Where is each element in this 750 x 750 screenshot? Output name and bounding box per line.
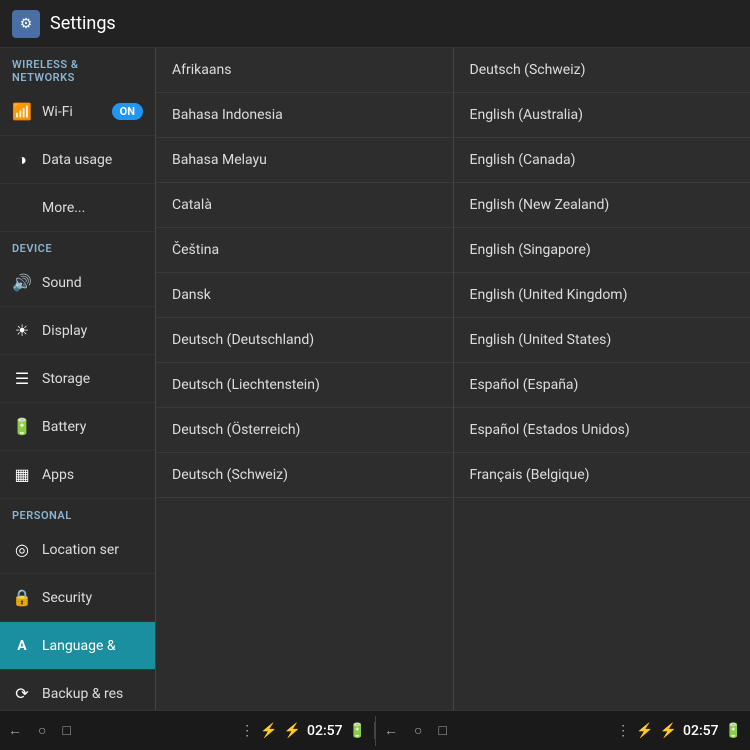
nav-icons: ← ○ □ <box>8 722 71 739</box>
sidebar-item-backup[interactable]: ⟳ Backup & res <box>0 670 155 710</box>
wifi-icon: 📶 <box>12 102 32 121</box>
sidebar-item-battery[interactable]: 🔋 Battery <box>0 403 155 451</box>
language-panels: Afrikaans Bahasa Indonesia Bahasa Melayu… <box>155 48 750 710</box>
status-bar-left: ← ○ □ ⋮ ⚡ ⚡ 02:57 🔋 <box>0 722 375 739</box>
more-label: More... <box>42 200 85 216</box>
security-icon: 🔒 <box>12 588 32 607</box>
right-language-panel: Deutsch (Schweiz) English (Australia) En… <box>453 48 750 710</box>
storage-label: Storage <box>42 371 90 387</box>
security-label: Security <box>42 590 92 606</box>
status-bar: ← ○ □ ⋮ ⚡ ⚡ 02:57 🔋 ← ○ □ ⋮ ⚡ ⚡ 02:57 🔋 <box>0 710 750 750</box>
time-display-left: 02:57 <box>307 723 343 739</box>
section-header-device: DEVICE <box>0 232 155 259</box>
usb-icon: ⚡ <box>260 723 277 739</box>
list-item[interactable]: English (United States) <box>454 318 750 363</box>
display-icon: ☀ <box>12 321 32 340</box>
back-icon-right[interactable]: ← <box>384 722 398 739</box>
list-item[interactable]: Deutsch (Deutschland) <box>156 318 453 363</box>
menu-icon: ⋮ <box>240 723 254 739</box>
list-item[interactable]: English (New Zealand) <box>454 183 750 228</box>
main-content: WIRELESS & NETWORKS 📶 Wi-Fi ON ◑ Data us… <box>0 48 750 710</box>
list-item[interactable]: Español (Estados Unidos) <box>454 408 750 453</box>
usb-icon-right: ⚡ <box>636 723 653 739</box>
sidebar-item-storage[interactable]: ☰ Storage <box>0 355 155 403</box>
page-title: Settings <box>50 13 116 34</box>
sidebar: WIRELESS & NETWORKS 📶 Wi-Fi ON ◑ Data us… <box>0 48 155 710</box>
sidebar-item-location[interactable]: ◎ Location ser <box>0 526 155 574</box>
sync-icon: ⚡ <box>284 723 301 739</box>
battery-icon: 🔋 <box>12 417 32 436</box>
language-icon: A <box>12 638 32 654</box>
sidebar-item-language[interactable]: A Language & <box>0 622 155 670</box>
list-item[interactable]: English (Australia) <box>454 93 750 138</box>
list-item[interactable]: Català <box>156 183 453 228</box>
status-indicators-left: ⋮ ⚡ ⚡ 02:57 🔋 <box>240 723 366 739</box>
battery-status-icon-right: 🔋 <box>725 723 742 739</box>
sound-label: Sound <box>42 275 82 291</box>
sound-icon: 🔊 <box>12 273 32 292</box>
list-item[interactable]: Deutsch (Schweiz) <box>454 48 750 93</box>
section-header-wireless: WIRELESS & NETWORKS <box>0 48 155 88</box>
wifi-label: Wi-Fi <box>42 104 73 120</box>
battery-label: Battery <box>42 419 86 435</box>
list-item[interactable]: Deutsch (Österreich) <box>156 408 453 453</box>
nav-icons-right: ← ○ □ <box>384 722 447 739</box>
back-icon[interactable]: ← <box>8 722 22 739</box>
time-display-right: 02:57 <box>683 723 719 739</box>
sidebar-item-sound[interactable]: 🔊 Sound <box>0 259 155 307</box>
status-indicators-right: ⋮ ⚡ ⚡ 02:57 🔋 <box>616 723 742 739</box>
sidebar-item-display[interactable]: ☀ Display <box>0 307 155 355</box>
sidebar-item-data-usage[interactable]: ◑ Data usage <box>0 136 155 184</box>
list-item[interactable]: Español (España) <box>454 363 750 408</box>
list-item[interactable]: Deutsch (Schweiz) <box>156 453 453 498</box>
recents-icon-right[interactable]: □ <box>438 722 446 739</box>
wifi-toggle[interactable]: ON <box>112 103 143 120</box>
backup-icon: ⟳ <box>12 684 32 703</box>
title-bar: ⚙ Settings <box>0 0 750 48</box>
list-item[interactable]: English (Canada) <box>454 138 750 183</box>
list-item[interactable]: Dansk <box>156 273 453 318</box>
list-item[interactable]: Français (Belgique) <box>454 453 750 498</box>
location-icon: ◎ <box>12 540 32 559</box>
left-language-panel: Afrikaans Bahasa Indonesia Bahasa Melayu… <box>155 48 453 710</box>
list-item[interactable]: Čeština <box>156 228 453 273</box>
sidebar-item-more[interactable]: More... <box>0 184 155 232</box>
display-label: Display <box>42 323 87 339</box>
sidebar-item-security[interactable]: 🔒 Security <box>0 574 155 622</box>
apps-icon: ▦ <box>12 465 32 484</box>
list-item[interactable]: Deutsch (Liechtenstein) <box>156 363 453 408</box>
apps-label: Apps <box>42 467 74 483</box>
list-item[interactable]: Afrikaans <box>156 48 453 93</box>
list-item[interactable]: Bahasa Indonesia <box>156 93 453 138</box>
list-item[interactable]: English (Singapore) <box>454 228 750 273</box>
backup-label: Backup & res <box>42 686 123 702</box>
language-label: Language & <box>42 638 116 654</box>
recents-icon[interactable]: □ <box>62 722 70 739</box>
status-bar-right: ← ○ □ ⋮ ⚡ ⚡ 02:57 🔋 <box>376 722 750 739</box>
battery-status-icon: 🔋 <box>349 723 366 739</box>
data-usage-label: Data usage <box>42 152 112 168</box>
home-icon-right[interactable]: ○ <box>414 722 422 739</box>
list-item[interactable]: Bahasa Melayu <box>156 138 453 183</box>
home-icon[interactable]: ○ <box>38 722 46 739</box>
menu-icon-right: ⋮ <box>616 723 630 739</box>
section-header-personal: PERSONAL <box>0 499 155 526</box>
location-label: Location ser <box>42 542 119 558</box>
sidebar-item-wifi[interactable]: 📶 Wi-Fi ON <box>0 88 155 136</box>
sidebar-item-apps[interactable]: ▦ Apps <box>0 451 155 499</box>
settings-app-icon: ⚙ <box>12 10 40 38</box>
sync-icon-right: ⚡ <box>660 723 677 739</box>
data-usage-icon: ◑ <box>12 150 32 170</box>
list-item[interactable]: English (United Kingdom) <box>454 273 750 318</box>
storage-icon: ☰ <box>12 369 32 388</box>
